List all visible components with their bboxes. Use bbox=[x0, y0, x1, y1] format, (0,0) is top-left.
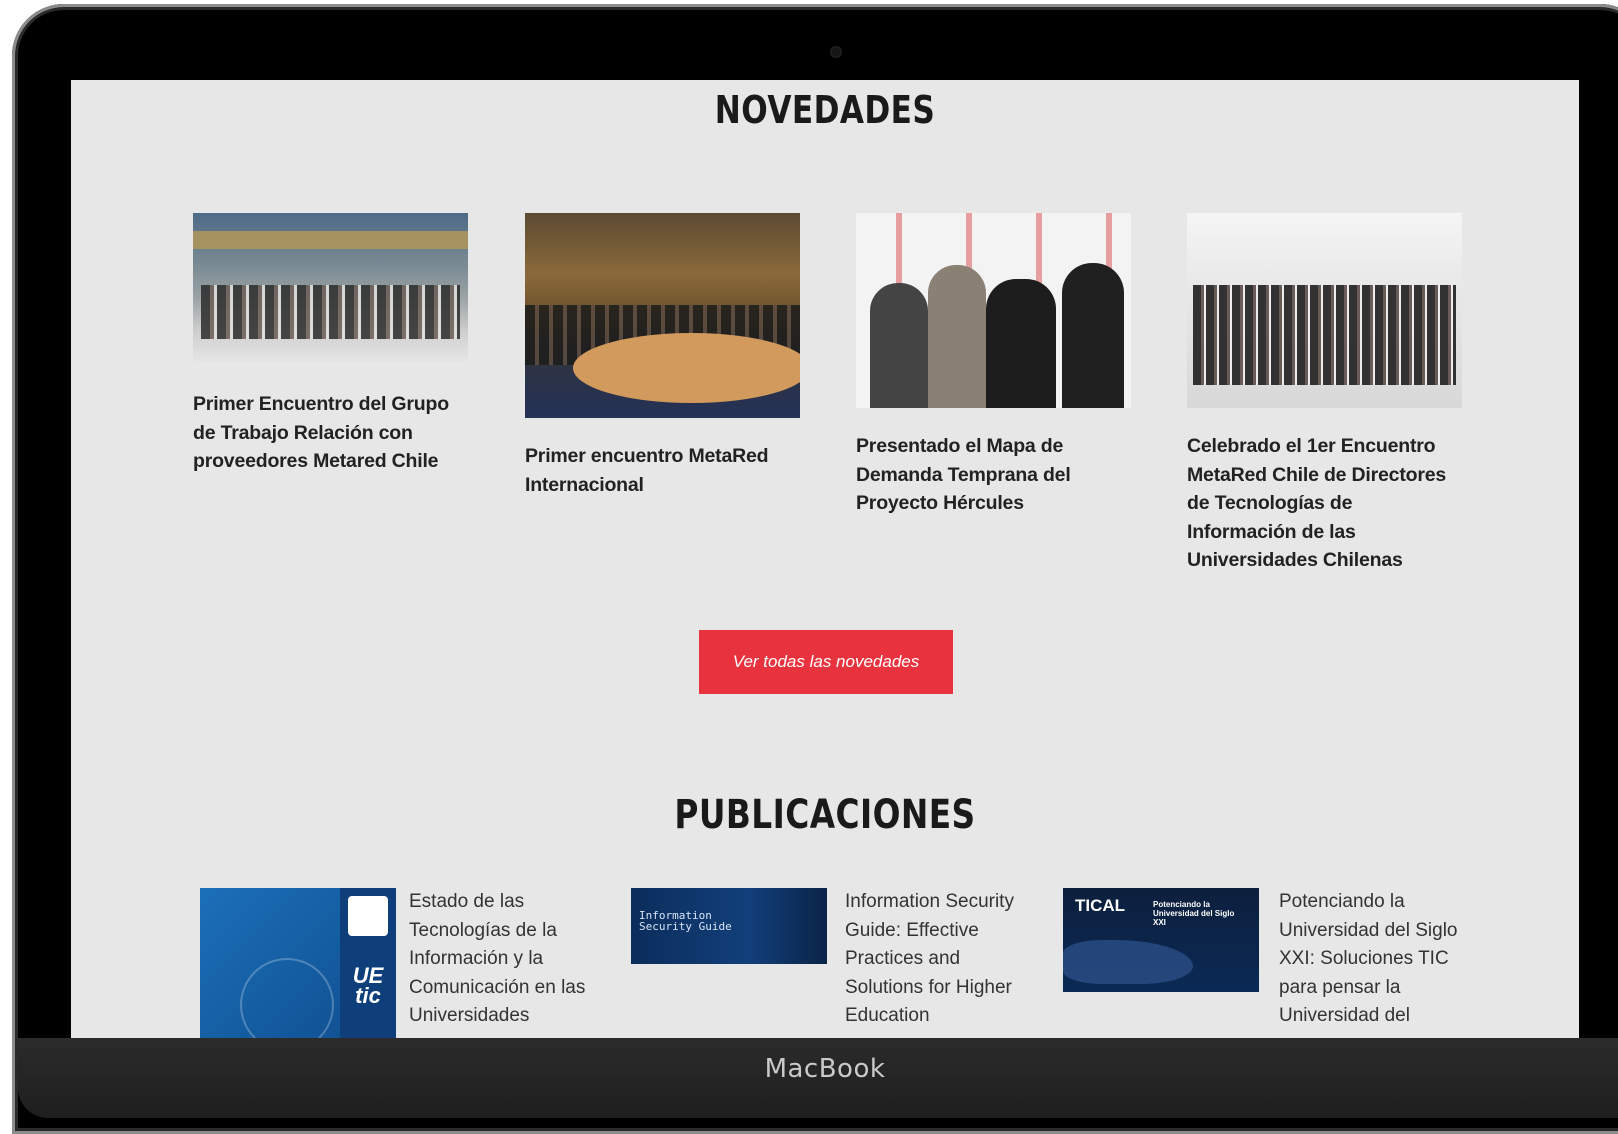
news-photo[interactable] bbox=[193, 213, 468, 366]
camera-dot bbox=[830, 46, 842, 58]
news-caption[interactable]: Presentado el Mapa de Demanda Temprana d… bbox=[856, 432, 1131, 518]
news-photo[interactable] bbox=[525, 213, 800, 418]
news-caption[interactable]: Primer encuentro MetaRed Internacional bbox=[525, 442, 800, 499]
publication-cover[interactable]: Information Security Guide bbox=[631, 888, 827, 964]
news-photo[interactable] bbox=[1187, 213, 1462, 408]
news-caption[interactable]: Celebrado el 1er Encuentro MetaRed Chile… bbox=[1187, 432, 1462, 575]
laptop-brand-label: MacBook bbox=[764, 1054, 886, 1084]
cover-text: Information Security Guide bbox=[639, 909, 732, 933]
publication-cover[interactable]: TICAL Potenciando la Universidad del Sig… bbox=[1063, 888, 1259, 992]
publication-title[interactable]: Estado de las Tecnologías de la Informac… bbox=[409, 888, 595, 1031]
publicaciones-title: PUBLICACIONES bbox=[674, 792, 976, 838]
browser-viewport: NOVEDADES Primer Encuentro del Grupo de … bbox=[71, 80, 1579, 1038]
novedades-title: NOVEDADES bbox=[714, 88, 936, 132]
publication-title[interactable]: Potenciando la Universidad del Siglo XXI… bbox=[1279, 888, 1465, 1031]
view-all-news-button[interactable]: Ver todas las novedades bbox=[699, 630, 953, 694]
cover-logo: TICAL bbox=[1075, 896, 1126, 915]
cover-text: UE tic bbox=[352, 963, 384, 1008]
news-caption[interactable]: Primer Encuentro del Grupo de Trabajo Re… bbox=[193, 390, 468, 476]
news-card[interactable]: Primer encuentro MetaRed Internacional bbox=[525, 213, 800, 499]
publication-title[interactable]: Information Security Guide: Effective Pr… bbox=[845, 888, 1031, 1031]
publication-cover[interactable]: UE tic bbox=[200, 888, 396, 1038]
news-card[interactable]: Celebrado el 1er Encuentro MetaRed Chile… bbox=[1187, 213, 1462, 575]
news-photo[interactable] bbox=[856, 213, 1131, 408]
news-card[interactable]: Presentado el Mapa de Demanda Temprana d… bbox=[856, 213, 1131, 518]
cover-subtitle: Potenciando la Universidad del Siglo XXI bbox=[1153, 900, 1235, 927]
news-card[interactable]: Primer Encuentro del Grupo de Trabajo Re… bbox=[193, 213, 468, 476]
